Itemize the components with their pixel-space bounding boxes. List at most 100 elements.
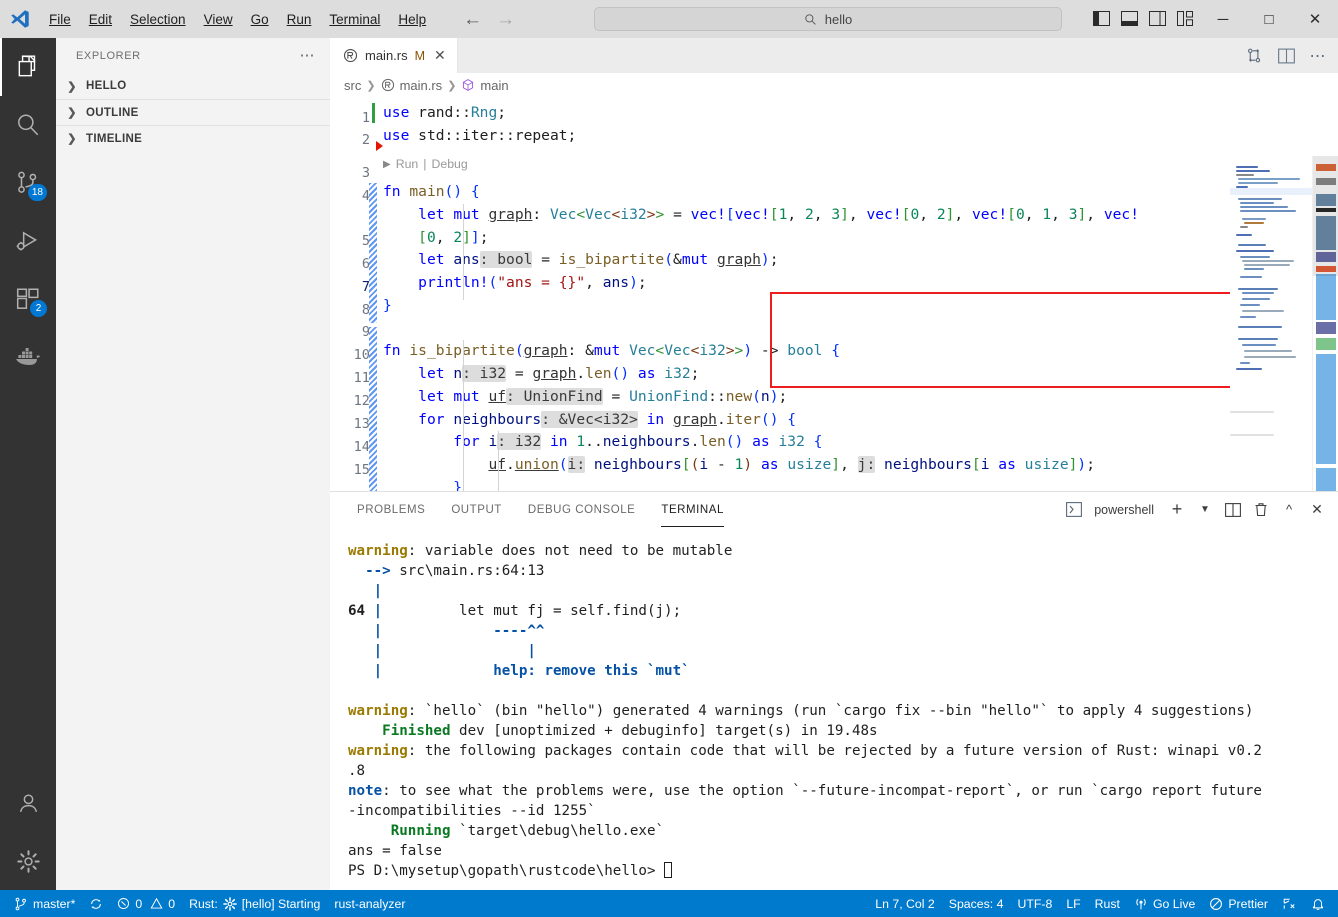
tab-output[interactable]: OUTPUT bbox=[438, 492, 515, 527]
files-icon bbox=[18, 55, 36, 77]
status-indentation[interactable]: Spaces: 4 bbox=[942, 890, 1011, 917]
maximize-panel-icon[interactable]: ^ bbox=[1276, 497, 1302, 523]
code-editor[interactable]: 1 2 3 4 5 6 7 8 9 10 11 12 13 14 15 use … bbox=[330, 97, 1338, 529]
split-terminal-icon[interactable] bbox=[1220, 497, 1246, 523]
more-actions-icon[interactable]: ⋯ bbox=[1304, 42, 1332, 70]
minimap[interactable] bbox=[1230, 156, 1312, 529]
code-line-1: use rand::Rng; bbox=[383, 104, 507, 121]
terminal-prompt[interactable]: PS D:\mysetup\gopath\rustcode\hello> bbox=[348, 861, 673, 881]
breadcrumb-item-main-rs[interactable]: main.rs bbox=[381, 78, 442, 93]
tab-debug-console[interactable]: DEBUG CONSOLE bbox=[515, 492, 648, 527]
minimize-button[interactable]: ─ bbox=[1200, 0, 1246, 38]
account-icon bbox=[19, 793, 37, 812]
split-editor-icon[interactable] bbox=[1272, 42, 1300, 70]
terminal-powershell-icon[interactable] bbox=[1061, 497, 1087, 523]
status-encoding[interactable]: UTF-8 bbox=[1010, 890, 1059, 917]
close-button[interactable]: ✕ bbox=[1292, 0, 1338, 38]
chevron-right-icon: ❯ bbox=[67, 133, 77, 145]
status-sync[interactable] bbox=[82, 890, 110, 917]
status-notifications[interactable] bbox=[1304, 890, 1332, 917]
menu-selection[interactable]: Selection bbox=[121, 8, 195, 31]
menu-bar[interactable]: File Edit Selection View Go Run Terminal… bbox=[40, 0, 435, 38]
manage-settings-button[interactable] bbox=[0, 832, 56, 890]
menu-view[interactable]: View bbox=[195, 8, 242, 31]
command-center-search[interactable]: hello bbox=[594, 7, 1062, 31]
codelens-debug-label[interactable]: Debug bbox=[431, 157, 467, 171]
close-icon[interactable]: ✕ bbox=[434, 47, 446, 64]
code-lines: use rand::Rng; use std::iter::repeat; fn… bbox=[383, 97, 1338, 529]
sidebar-section-timeline[interactable]: ❯ TIMELINE bbox=[56, 125, 330, 151]
sidebar-item-explorer[interactable] bbox=[0, 38, 56, 96]
menu-file[interactable]: File bbox=[40, 8, 80, 31]
status-prettier[interactable]: Prettier bbox=[1202, 890, 1275, 917]
breadcrumb-item-src[interactable]: src bbox=[344, 78, 361, 93]
overview-ruler[interactable] bbox=[1312, 156, 1338, 529]
source-control-sync-icon[interactable] bbox=[1240, 42, 1268, 70]
close-panel-icon[interactable]: ✕ bbox=[1304, 497, 1330, 523]
status-branch[interactable]: master* bbox=[7, 890, 82, 917]
line-number: 6 bbox=[361, 256, 370, 272]
code-line-12: for neighbours: &Vec<i32> in graph.iter(… bbox=[418, 411, 797, 428]
toggle-secondary-sidebar-icon[interactable] bbox=[1148, 9, 1167, 28]
rust-file-icon bbox=[381, 78, 394, 92]
status-go-live[interactable]: Go Live bbox=[1127, 890, 1202, 917]
diff-modified-marker bbox=[369, 183, 377, 323]
maximize-button[interactable]: □ bbox=[1246, 0, 1292, 38]
accounts-button[interactable] bbox=[0, 774, 56, 832]
terminal-line: warning: the following packages contain … bbox=[348, 743, 1262, 759]
status-rust-analyzer[interactable]: rust-analyzer bbox=[327, 890, 412, 917]
customize-layout-icon[interactable] bbox=[1176, 9, 1195, 28]
status-remote-window[interactable] bbox=[1275, 890, 1304, 917]
bell-icon bbox=[1312, 898, 1324, 910]
arrow-right-icon[interactable]: → bbox=[496, 10, 515, 29]
menu-run[interactable]: Run bbox=[278, 8, 321, 31]
menu-terminal[interactable]: Terminal bbox=[320, 8, 389, 31]
codelens-run-debug[interactable]: ▶ Run | Debug bbox=[383, 157, 468, 171]
status-eol[interactable]: LF bbox=[1059, 890, 1087, 917]
breadcrumb-src-label: src bbox=[344, 77, 362, 93]
menu-edit[interactable]: Edit bbox=[80, 8, 121, 31]
vscode-logo-icon bbox=[0, 0, 40, 38]
sidebar-section-timeline-label: TIMELINE bbox=[86, 132, 143, 145]
terminal-line: warning: `hello` (bin "hello") generated… bbox=[348, 703, 1254, 719]
sidebar-item-source-control[interactable]: 18 bbox=[0, 154, 56, 212]
sidebar-section-hello[interactable]: ❯ HELLO bbox=[56, 73, 330, 99]
codelens-run-label[interactable]: Run bbox=[396, 157, 419, 171]
tab-main-rs[interactable]: main.rs M ✕ bbox=[330, 38, 458, 73]
breadcrumb-item-main[interactable]: main bbox=[461, 77, 509, 93]
search-value: hello bbox=[824, 11, 853, 27]
editor-gutter: 1 2 3 4 5 6 7 8 9 10 11 12 13 14 15 bbox=[330, 97, 383, 529]
status-cursor-position[interactable]: Ln 7, Col 2 bbox=[868, 890, 941, 917]
breakpoint-marker-icon[interactable] bbox=[376, 141, 383, 151]
terminal-dropdown-icon[interactable]: ▼ bbox=[1192, 497, 1218, 523]
menu-help[interactable]: Help bbox=[389, 8, 435, 31]
scrollbar-thumb[interactable] bbox=[1313, 156, 1338, 276]
line-number: 5 bbox=[361, 233, 370, 249]
tab-terminal[interactable]: TERMINAL bbox=[648, 492, 737, 527]
status-bar-left: master* 0 0 Rust: [hello] Starting rust-… bbox=[0, 890, 412, 917]
arrow-left-icon[interactable]: ← bbox=[463, 10, 482, 29]
status-problems[interactable]: 0 0 bbox=[110, 890, 182, 917]
tab-modified-badge: M bbox=[414, 48, 426, 63]
new-terminal-icon[interactable]: + bbox=[1164, 497, 1190, 523]
breadcrumb-symbol-label: main bbox=[480, 77, 509, 93]
menu-go[interactable]: Go bbox=[242, 8, 278, 31]
terminal-output[interactable]: warning: variable does not need to be mu… bbox=[330, 527, 1338, 891]
tab-problems[interactable]: PROBLEMS bbox=[344, 492, 438, 527]
sidebar-section-outline[interactable]: ❯ OUTLINE bbox=[56, 99, 330, 125]
terminal-name[interactable]: powershell bbox=[1094, 503, 1154, 517]
sidebar-item-extensions[interactable]: 2 bbox=[0, 270, 56, 328]
toggle-primary-sidebar-icon[interactable] bbox=[1092, 9, 1111, 28]
status-language-mode[interactable]: Rust bbox=[1088, 890, 1127, 917]
menu-help-label: Help bbox=[398, 11, 427, 27]
ellipsis-icon[interactable]: ⋯ bbox=[300, 48, 317, 63]
terminal-line: --> src\main.rs:64:13 bbox=[365, 563, 545, 579]
sidebar-item-search[interactable] bbox=[0, 96, 56, 154]
remote-window-icon bbox=[1283, 898, 1295, 909]
sidebar-item-docker[interactable] bbox=[0, 328, 56, 386]
toggle-panel-icon[interactable] bbox=[1120, 9, 1139, 28]
status-rust[interactable]: Rust: [hello] Starting bbox=[182, 890, 327, 917]
sidebar-item-run-and-debug[interactable] bbox=[0, 212, 56, 270]
kill-terminal-icon[interactable] bbox=[1248, 497, 1274, 523]
tab-problems-label: PROBLEMS bbox=[357, 503, 426, 516]
